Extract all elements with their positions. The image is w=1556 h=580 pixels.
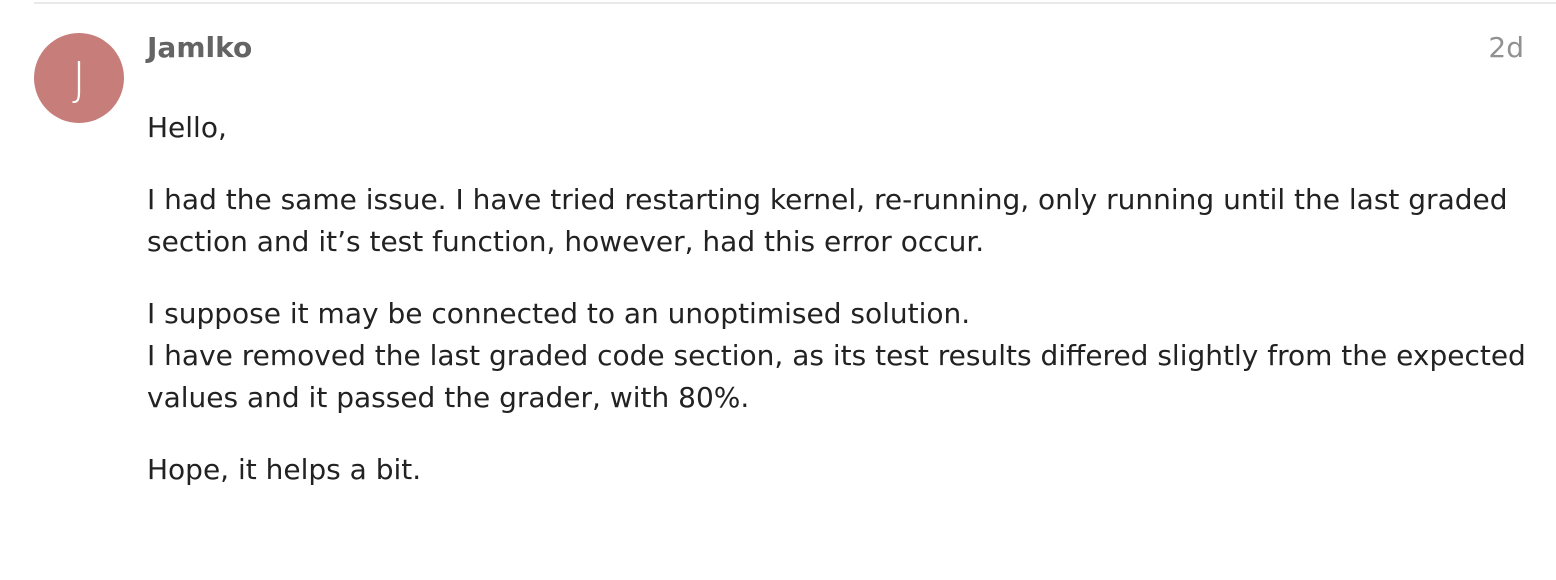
- post-text-line: Hello,: [147, 111, 227, 144]
- post-text-line: I had the same issue. I have tried resta…: [147, 183, 1508, 216]
- post-body: Hello, I had the same issue. I have trie…: [147, 107, 1527, 491]
- user-avatar[interactable]: J: [34, 33, 124, 123]
- post-text-line: I suppose it may be connected to an unop…: [147, 297, 971, 330]
- avatar-letter: J: [72, 52, 86, 106]
- post-paragraph-3: I suppose it may be connected to an unop…: [147, 293, 1527, 419]
- post-text-line: values and it passed the grader, with 80…: [147, 381, 750, 414]
- post-date[interactable]: 2d: [1488, 30, 1524, 66]
- post-username[interactable]: Jamlko: [147, 30, 252, 66]
- post-text-line: Hope, it helps a bit.: [147, 453, 422, 486]
- post-paragraph-1: Hello,: [147, 107, 1527, 149]
- post-paragraph-2: I had the same issue. I have tried resta…: [147, 179, 1527, 263]
- post-text-line: I have removed the last graded code sect…: [147, 339, 1526, 372]
- post-text-line: section and it’s test function, however,…: [147, 225, 985, 258]
- post-paragraph-4: Hope, it helps a bit.: [147, 449, 1527, 491]
- top-divider: [34, 2, 1556, 4]
